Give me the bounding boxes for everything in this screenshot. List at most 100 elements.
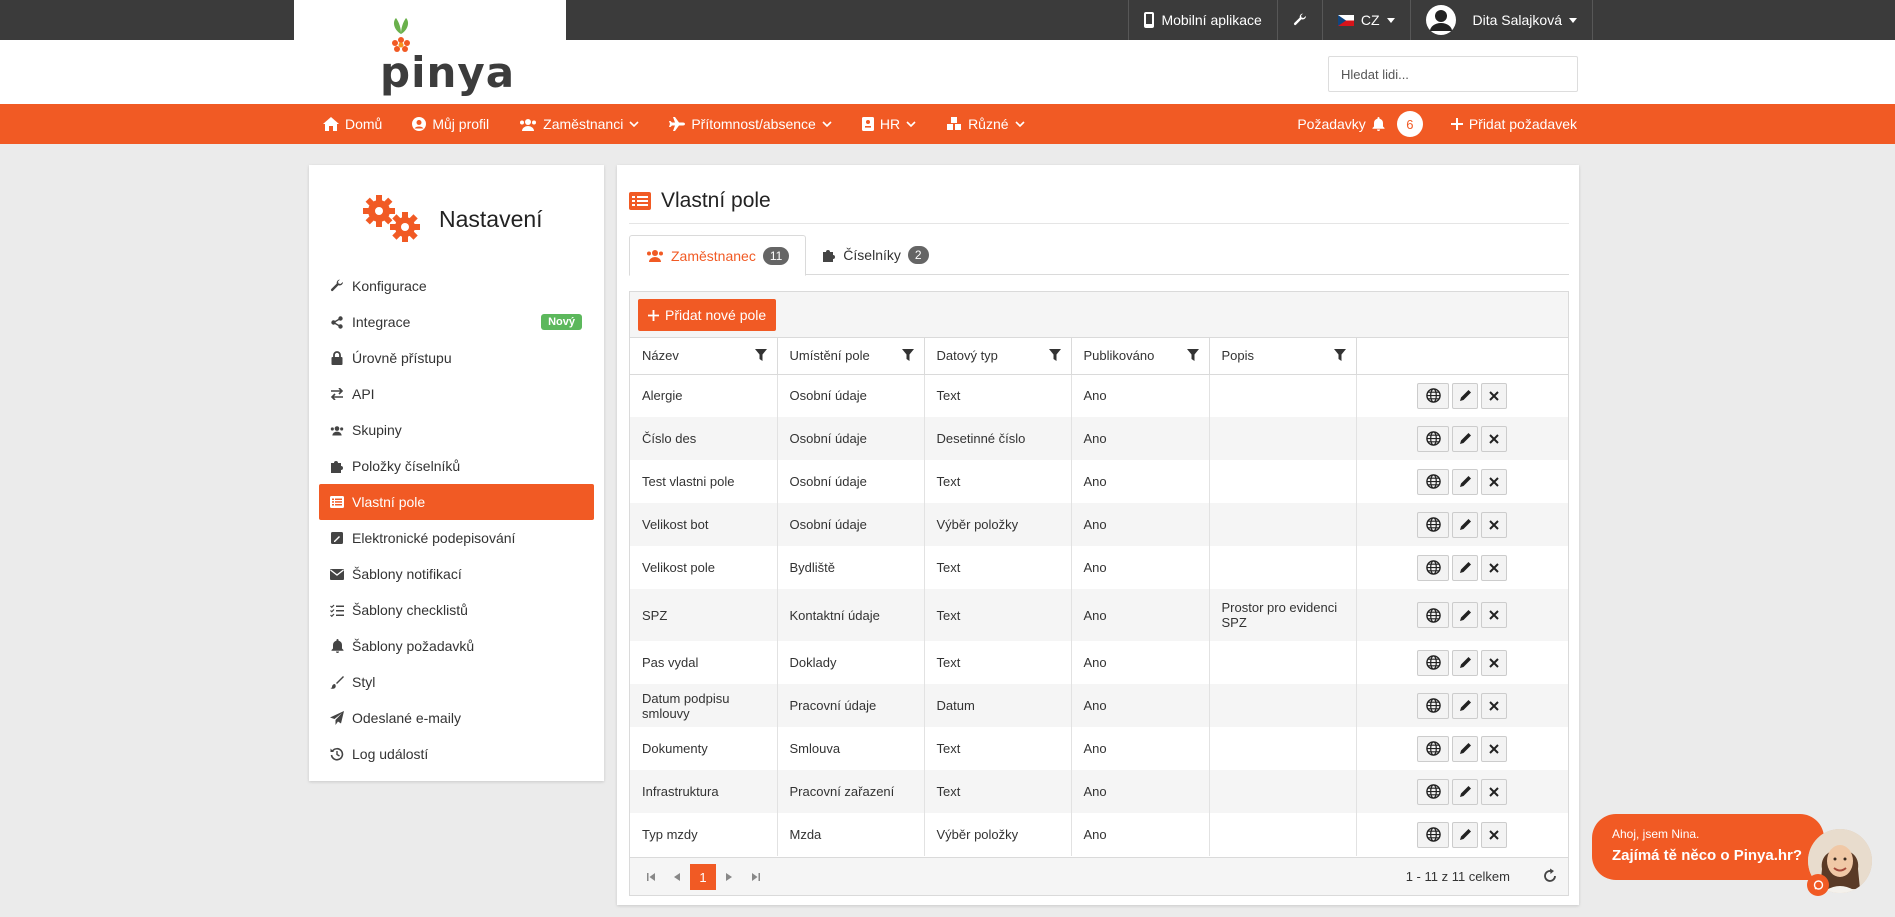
mobile-app-link[interactable]: Mobilní aplikace xyxy=(1128,0,1276,40)
user-menu[interactable]: Dita Salajková xyxy=(1409,0,1593,40)
table-row[interactable]: Infrastruktura Pracovní zařazení Text Ano xyxy=(630,770,1568,813)
delete-button[interactable] xyxy=(1481,735,1508,762)
column-header-published[interactable]: Publikováno xyxy=(1071,338,1210,375)
sidebar-item-groups[interactable]: Skupiny xyxy=(319,412,594,448)
last-page-button[interactable] xyxy=(742,864,768,890)
delete-button[interactable] xyxy=(1481,778,1508,805)
translate-button[interactable] xyxy=(1417,468,1450,495)
sidebar-item-integrations[interactable]: Integrace Nový xyxy=(319,304,594,340)
column-header-description[interactable]: Popis xyxy=(1209,338,1357,375)
nav-my-profile[interactable]: Můj profil xyxy=(412,116,489,132)
translate-button[interactable] xyxy=(1417,602,1450,628)
nav-attendance[interactable]: Přítomnost/absence xyxy=(669,116,832,132)
logo[interactable]: pinya xyxy=(294,0,566,104)
sidebar-item-e-signing[interactable]: Elektronické podepisování xyxy=(319,520,594,556)
custom-fields-grid: Přidat nové pole Název Umístění pole Dat… xyxy=(629,291,1569,896)
delete-button[interactable] xyxy=(1481,468,1508,495)
edit-button[interactable] xyxy=(1452,692,1479,719)
edit-button[interactable] xyxy=(1452,602,1479,628)
translate-button[interactable] xyxy=(1417,511,1450,538)
translate-button[interactable] xyxy=(1417,425,1450,452)
edit-button[interactable] xyxy=(1452,425,1479,452)
filter-icon[interactable] xyxy=(901,349,914,361)
table-row[interactable]: Velikost pole Bydliště Text Ano xyxy=(630,546,1568,589)
translate-button[interactable] xyxy=(1417,649,1450,676)
edit-button[interactable] xyxy=(1452,821,1479,848)
column-header-name[interactable]: Název xyxy=(630,338,778,375)
filter-icon[interactable] xyxy=(1333,349,1346,361)
tab-employee[interactable]: Zaměstnanec 11 xyxy=(629,235,807,276)
column-header-location[interactable]: Umístění pole xyxy=(777,338,925,375)
delete-button[interactable] xyxy=(1481,649,1508,676)
search-people-input[interactable] xyxy=(1328,56,1578,92)
sidebar-item-checklist-templates[interactable]: Šablony checklistů xyxy=(319,592,594,628)
add-request-button[interactable]: Přidat požadavek xyxy=(1450,116,1577,132)
delete-button[interactable] xyxy=(1481,425,1508,452)
nav-hr[interactable]: HR xyxy=(861,116,916,132)
tools-button[interactable] xyxy=(1276,0,1322,40)
delete-button[interactable] xyxy=(1481,554,1508,581)
language-dropdown[interactable]: CZ xyxy=(1321,0,1410,40)
sidebar-item-request-templates[interactable]: Šablony požadavků xyxy=(319,628,594,664)
delete-button[interactable] xyxy=(1481,692,1508,719)
sidebar-item-event-log[interactable]: Log událostí xyxy=(319,736,594,772)
chevron-down-icon xyxy=(822,121,832,127)
row-actions xyxy=(1369,821,1557,848)
translate-button[interactable] xyxy=(1417,735,1450,762)
sidebar-item-style[interactable]: Styl xyxy=(319,664,594,700)
delete-button[interactable] xyxy=(1481,821,1508,848)
filter-icon[interactable] xyxy=(754,349,767,361)
sidebar-item-api[interactable]: API xyxy=(319,376,594,412)
chat-open-button[interactable] xyxy=(1807,874,1829,896)
delete-button[interactable] xyxy=(1481,602,1508,628)
first-page-button[interactable] xyxy=(638,864,664,890)
sidebar-item-notification-templates[interactable]: Šablony notifikací xyxy=(319,556,594,592)
delete-button[interactable] xyxy=(1481,382,1508,409)
sidebar-item-custom-fields[interactable]: Vlastní pole xyxy=(319,484,594,520)
column-header-data-type[interactable]: Datový typ xyxy=(924,338,1072,375)
current-page-button[interactable]: 1 xyxy=(690,864,716,890)
table-row[interactable]: Typ mzdy Mzda Výběr položky Ano xyxy=(630,813,1568,856)
add-new-field-button[interactable]: Přidat nové pole xyxy=(638,299,777,331)
sidebar-item-configuration[interactable]: Konfigurace xyxy=(319,268,594,304)
translate-button[interactable] xyxy=(1417,778,1450,805)
filter-icon[interactable] xyxy=(1186,349,1199,361)
sidebar-item-codebook-items[interactable]: Položky číselníků xyxy=(319,448,594,484)
translate-button[interactable] xyxy=(1417,554,1450,581)
edit-button[interactable] xyxy=(1452,649,1479,676)
edit-button[interactable] xyxy=(1452,778,1479,805)
sidebar-item-access-levels[interactable]: Úrovně přístupu xyxy=(319,340,594,376)
filter-icon[interactable] xyxy=(1048,349,1061,361)
table-row[interactable]: Test vlastni pole Osobní údaje Text Ano xyxy=(630,460,1568,503)
table-row[interactable]: Velikost bot Osobní údaje Výběr položky Ano xyxy=(630,503,1568,546)
tab-codebooks[interactable]: Číselníky 2 xyxy=(806,235,944,274)
nav-home[interactable]: Domů xyxy=(323,116,382,132)
refresh-icon[interactable] xyxy=(1542,868,1558,884)
edit-button[interactable] xyxy=(1452,468,1479,495)
nav-employees[interactable]: Zaměstnanci xyxy=(519,116,639,132)
table-row[interactable]: Alergie Osobní údaje Text Ano xyxy=(630,374,1568,417)
edit-button[interactable] xyxy=(1452,554,1479,581)
requests-link[interactable]: Požadavky 6 xyxy=(1297,111,1423,137)
translate-button[interactable] xyxy=(1417,821,1450,848)
delete-button[interactable] xyxy=(1481,511,1508,538)
sidebar-item-sent-emails[interactable]: Odeslané e-maily xyxy=(319,700,594,736)
main-nav: Domů Můj profil Zaměstnanci Přítomnost/a… xyxy=(0,104,1895,144)
table-row[interactable]: Datum podpisu smlouvy Pracovní údaje Datum… xyxy=(630,684,1568,727)
edit-button[interactable] xyxy=(1452,382,1479,409)
table-row[interactable]: Číslo des Osobní údaje Desetinné číslo Ano xyxy=(630,417,1568,460)
chat-widget-bubble[interactable]: Ahoj, jsem Nina. Zajímá tě něco o Pinya.… xyxy=(1592,814,1824,880)
translate-button[interactable] xyxy=(1417,382,1450,409)
close-icon xyxy=(1489,476,1499,487)
prev-page-button[interactable] xyxy=(664,864,690,890)
table-row[interactable]: SPZ Kontaktní údaje Text Ano Prostor pro evi… xyxy=(630,589,1568,641)
next-page-button[interactable] xyxy=(716,864,742,890)
table-row[interactable]: Pas vydal Doklady Text Ano xyxy=(630,641,1568,684)
translate-button[interactable] xyxy=(1417,692,1450,719)
pencil-icon xyxy=(1459,743,1471,754)
nav-misc[interactable]: Různé xyxy=(946,116,1025,132)
table-row[interactable]: Dokumenty Smlouva Text Ano xyxy=(630,727,1568,770)
edit-button[interactable] xyxy=(1452,511,1479,538)
chevron-down-icon xyxy=(629,121,639,127)
edit-button[interactable] xyxy=(1452,735,1479,762)
